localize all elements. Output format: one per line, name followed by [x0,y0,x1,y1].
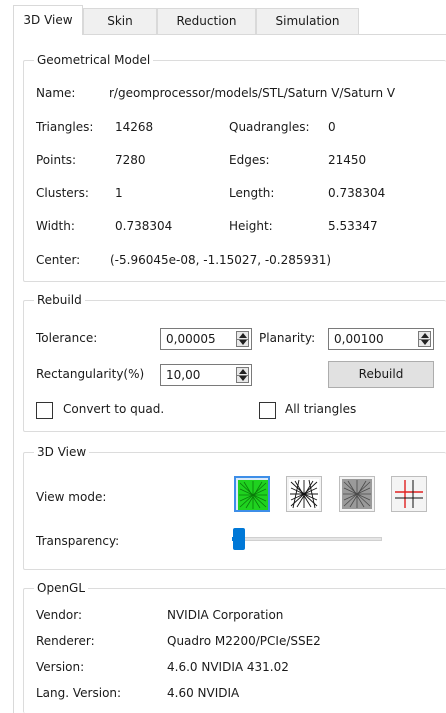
edges-label: Edges: [229,153,270,167]
points-value: 7280 [115,153,146,167]
tab-bar: 3D View Skin Reduction Simulation [0,0,446,35]
transparency-slider-thumb[interactable] [233,528,245,550]
rectangularity-spin-arrows-icon[interactable] [236,367,249,383]
view-mode-wireframe-button[interactable] [286,476,322,512]
height-value: 5.53347 [328,219,378,233]
geometrical-model-title: Geometrical Model [34,52,154,68]
view-mode-gray-shaded-button[interactable] [339,476,375,512]
renderer-label: Renderer: [36,634,95,648]
tolerance-label: Tolerance: [36,331,98,345]
quadrangles-value: 0 [328,120,336,134]
length-label: Length: [229,186,275,200]
tab-skin[interactable]: Skin [83,8,157,34]
vendor-label: Vendor: [36,608,82,622]
view-mode-axes-button[interactable] [391,476,427,512]
name-label: Name: [36,86,76,100]
planarity-label: Planarity: [259,331,316,345]
transparency-slider-track[interactable] [232,537,382,541]
center-value: (-5.96045e-08, -1.15027, -0.285931) [110,253,332,267]
axes-grid-icon [394,479,424,509]
rectangularity-value: 10,00 [166,368,201,382]
width-value: 0.738304 [115,219,173,233]
planarity-spin-arrows-icon[interactable] [418,331,431,347]
version-label: Version: [36,660,85,674]
convert-to-quad-label: Convert to quad. [63,402,165,416]
tolerance-spinbox[interactable]: 0,00005 [160,328,252,350]
lang-version-label: Lang. Version: [36,686,122,700]
rebuild-title: Rebuild [34,292,85,308]
all-triangles-label: All triangles [285,402,357,416]
tab-reduction[interactable]: Reduction [157,8,256,34]
vendor-value: NVIDIA Corporation [167,608,284,622]
triangles-label: Triangles: [36,120,94,134]
rectangularity-label: Rectangularity(%) [36,367,145,381]
tab-simulation[interactable]: Simulation [256,8,359,34]
view3d-title: 3D View [34,444,90,460]
planarity-spinbox[interactable]: 0,00100 [328,328,434,350]
shaded-gray-mesh-icon [342,479,372,509]
height-label: Height: [229,219,273,233]
transparency-label: Transparency: [36,534,120,548]
name-value: r/geomprocessor/models/STL/Saturn V/Satu… [109,86,396,100]
width-label: Width: [36,219,75,233]
quadrangles-label: Quadrangles: [229,120,310,134]
tolerance-spin-arrows-icon[interactable] [236,331,249,347]
shaded-green-mesh-icon [238,480,268,510]
clusters-value: 1 [115,186,123,200]
rectangularity-spinbox[interactable]: 10,00 [160,364,252,386]
wireframe-mesh-icon [289,479,319,509]
version-value: 4.6.0 NVIDIA 431.02 [167,660,289,674]
renderer-value: Quadro M2200/PCIe/SSE2 [167,634,321,648]
center-label: Center: [36,253,81,267]
view-mode-shaded-button[interactable] [234,476,270,512]
rebuild-button[interactable]: Rebuild [328,361,434,388]
tab-3d-view[interactable]: 3D View [13,5,83,35]
opengl-title: OpenGL [34,580,89,596]
points-label: Points: [36,153,77,167]
planarity-value: 0,00100 [334,332,384,346]
convert-to-quad-checkbox[interactable] [36,402,53,419]
all-triangles-checkbox[interactable] [259,402,276,419]
edges-value: 21450 [328,153,367,167]
view-mode-label: View mode: [36,490,107,504]
lang-version-value: 4.60 NVIDIA [167,686,240,700]
tolerance-value: 0,00005 [166,332,216,346]
clusters-label: Clusters: [36,186,89,200]
triangles-value: 14268 [115,120,154,134]
length-value: 0.738304 [328,186,386,200]
